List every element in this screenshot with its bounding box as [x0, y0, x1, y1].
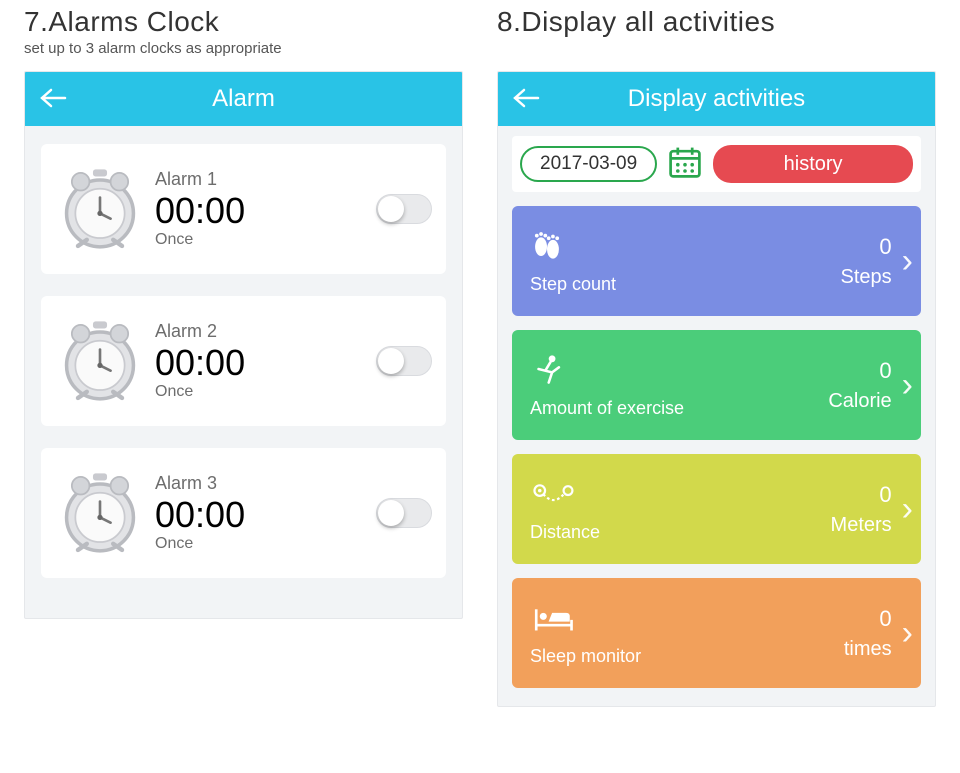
activity-unit: Meters — [831, 514, 892, 537]
alarm-toggle[interactable] — [376, 194, 432, 224]
runner-icon — [530, 352, 684, 386]
chevron-right-icon: › — [898, 616, 917, 650]
alarm-toggle[interactable] — [376, 498, 432, 528]
alarm-repeat: Once — [155, 383, 376, 401]
activity-label: Amount of exercise — [530, 398, 684, 419]
activity-value: 0 — [841, 234, 892, 260]
activity-value: 0 — [828, 358, 891, 384]
activity-card-distance[interactable]: Distance 0 Meters › — [512, 454, 921, 564]
footsteps-icon — [530, 228, 616, 262]
activity-label: Sleep monitor — [530, 646, 641, 667]
back-arrow-icon[interactable] — [39, 86, 67, 112]
route-icon — [530, 476, 600, 510]
alarm-title: Alarm — [25, 85, 462, 113]
alarm-item[interactable]: Alarm 2 00:00 Once — [41, 296, 446, 426]
date-pill[interactable]: 2017-03-09 — [520, 146, 657, 182]
calendar-icon[interactable] — [667, 144, 703, 185]
chevron-right-icon: › — [898, 368, 917, 402]
activities-title: Display activities — [498, 85, 935, 113]
alarm-item[interactable]: Alarm 1 00:00 Once — [41, 144, 446, 274]
alarm-name: Alarm 2 — [155, 321, 376, 342]
alarm-repeat: Once — [155, 535, 376, 553]
clock-icon — [55, 463, 145, 563]
back-arrow-icon[interactable] — [512, 86, 540, 112]
history-button[interactable]: history — [713, 145, 913, 183]
alarm-titlebar: Alarm — [25, 72, 462, 126]
alarm-item[interactable]: Alarm 3 00:00 Once — [41, 448, 446, 578]
alarm-time: 00:00 — [155, 190, 376, 231]
activity-unit: Calorie — [828, 390, 891, 413]
activity-unit: times — [844, 638, 892, 661]
date-row: 2017-03-09 history — [512, 136, 921, 192]
alarm-repeat: Once — [155, 231, 376, 249]
chevron-right-icon: › — [898, 244, 917, 278]
activity-card-steps[interactable]: Step count 0 Steps › — [512, 206, 921, 316]
alarm-name: Alarm 3 — [155, 473, 376, 494]
activity-unit: Steps — [841, 266, 892, 289]
activities-screen: Display activities 2017-03-09 history St… — [497, 71, 936, 707]
activities-titlebar: Display activities — [498, 72, 935, 126]
alarm-name: Alarm 1 — [155, 169, 376, 190]
bed-icon — [530, 600, 641, 634]
alarm-time: 00:00 — [155, 494, 376, 535]
clock-icon — [55, 311, 145, 411]
section-7-subtitle: set up to 3 alarm clocks as appropriate — [24, 40, 463, 57]
chevron-right-icon: › — [898, 492, 917, 526]
section-8-title: 8.Display all activities — [497, 6, 936, 38]
section-8-num: 8. — [497, 6, 521, 37]
activity-label: Distance — [530, 522, 600, 543]
activity-card-sleep[interactable]: Sleep monitor 0 times › — [512, 578, 921, 688]
alarm-toggle[interactable] — [376, 346, 432, 376]
section-7-title: 7.Alarms Clock — [24, 6, 463, 38]
activity-label: Step count — [530, 274, 616, 295]
activity-card-exercise[interactable]: Amount of exercise 0 Calorie › — [512, 330, 921, 440]
activity-value: 0 — [844, 606, 892, 632]
alarm-time: 00:00 — [155, 342, 376, 383]
section-7-num: 7. — [24, 6, 48, 37]
clock-icon — [55, 159, 145, 259]
alarm-screen: Alarm Alarm 1 00:00 Once Alarm 2 — [24, 71, 463, 619]
activity-value: 0 — [831, 482, 892, 508]
